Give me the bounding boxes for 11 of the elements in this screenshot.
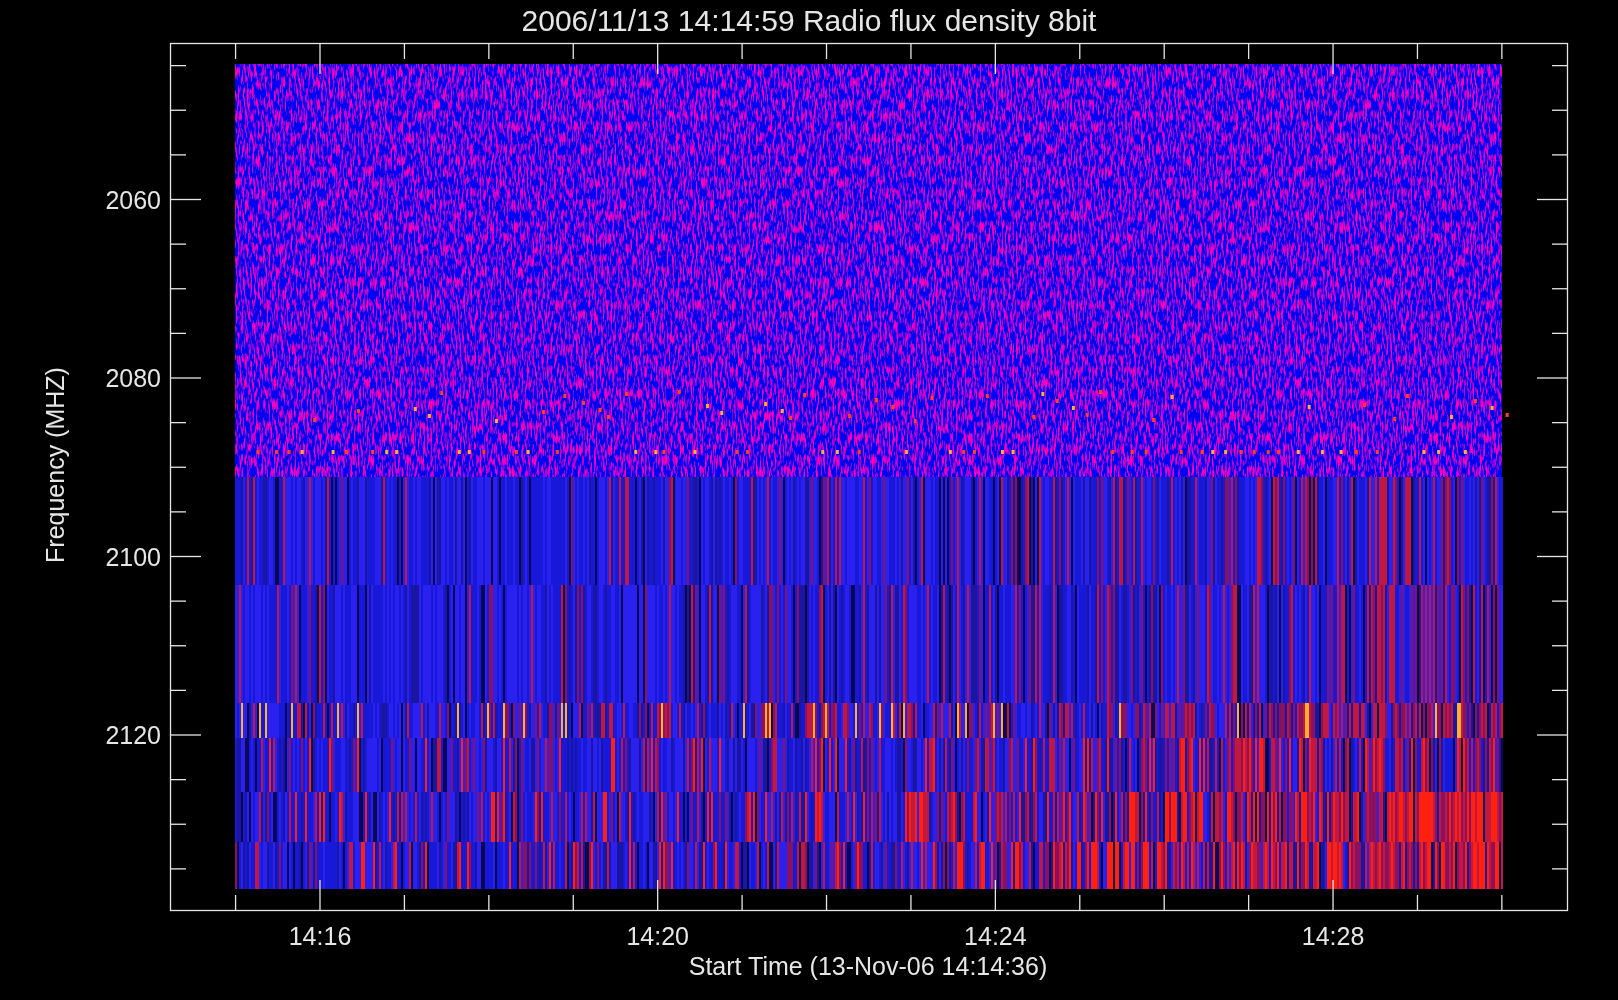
x-axis-label: Start Time (13-Nov-06 14:14:36) <box>688 952 1048 980</box>
tick-label: 2100 <box>105 542 161 571</box>
tick-label: 14:28 <box>1301 922 1365 950</box>
tick-label: 14:20 <box>626 922 689 950</box>
tick-label: 14:24 <box>964 922 1027 950</box>
tick-label: 2120 <box>105 721 161 749</box>
tick-label: 14:16 <box>288 922 352 950</box>
plot-title: 2006/11/13 14:14:59 Radio flux density 8bit <box>521 4 1097 37</box>
tick-label: 2060 <box>105 185 161 214</box>
tick-label: 2080 <box>105 364 161 392</box>
y-axis-label: Frequency (MHZ) <box>41 367 69 563</box>
